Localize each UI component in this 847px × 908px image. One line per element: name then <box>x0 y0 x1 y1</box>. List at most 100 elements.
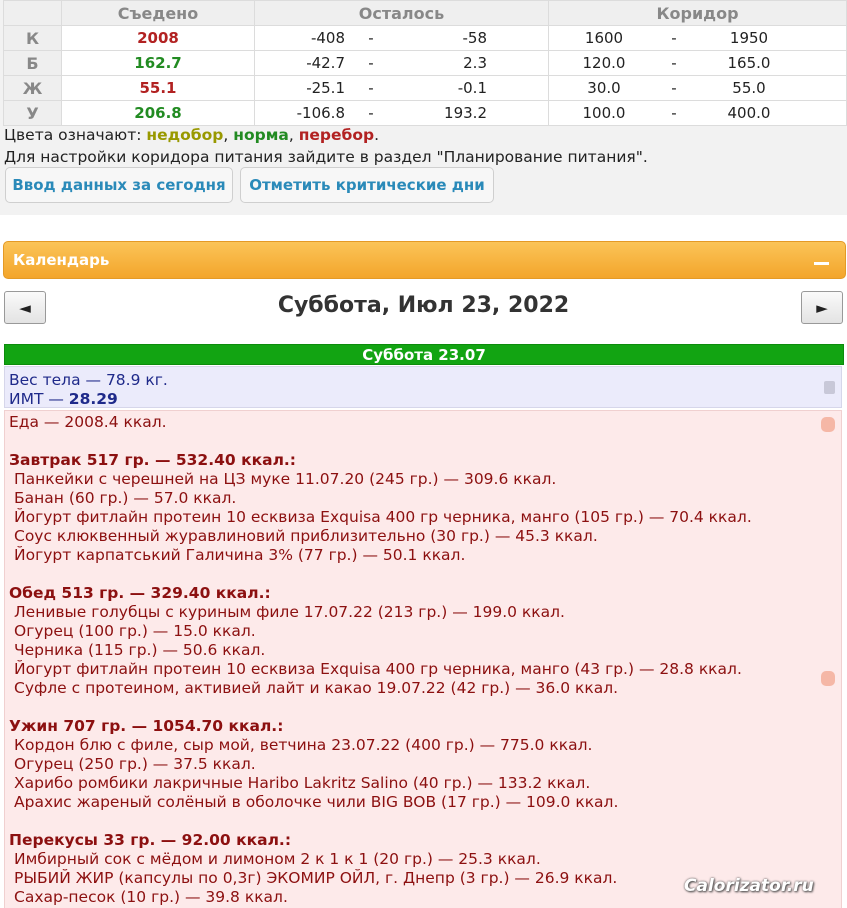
corridor-max: 1950 <box>729 29 769 47</box>
food-item: Йогурт карпатський Галичина 3% (77 гр.) … <box>14 546 466 564</box>
left-range: -42.7 - 2.3 <box>254 50 549 76</box>
meal-title-snacks: Перекусы 33 гр. — 92.00 ккал.: <box>9 831 292 849</box>
corridor-min: 30.0 <box>587 79 621 97</box>
critical-days-button[interactable]: Отметить критические дни <box>240 167 494 203</box>
corridor-dash: - <box>671 79 677 97</box>
eaten-value: 2008 <box>61 25 255 51</box>
food-item: Сахар-песок (10 гр.) — 39.8 ккал. <box>14 888 288 906</box>
food-item: Йогурт фитлайн протеин 10 есквиза Exquis… <box>14 508 752 526</box>
left-max: -0.1 <box>457 79 487 97</box>
left-dash: - <box>368 54 374 72</box>
left-min: -408 <box>310 29 345 47</box>
food-item: Харибо ромбики лакричные Haribo Lakritz … <box>14 774 591 792</box>
food-item: Йогурт фитлайн протеин 10 есквиза Exquis… <box>14 660 742 678</box>
corridor-min: 1600 <box>584 29 624 47</box>
collapse-icon[interactable] <box>814 262 829 265</box>
corridor-range: 30.0 - 55.0 <box>548 75 847 101</box>
food-item: Банан (60 гр.) — 57.0 ккал. <box>14 489 237 507</box>
left-range: -25.1 - -0.1 <box>254 75 549 101</box>
left-max: -58 <box>462 29 488 47</box>
food-item: Панкейки с черешней на ЦЗ муке 11.07.20 … <box>14 470 557 488</box>
legend-over: перебор <box>298 126 375 144</box>
food-item: Соус клюквенный журавлиновий приблизител… <box>14 527 598 545</box>
legend-under: недобор <box>146 126 224 144</box>
corridor-dash: - <box>671 29 677 47</box>
corridor-range: 120.0 - 165.0 <box>548 50 847 76</box>
legend-sep: , <box>223 126 234 144</box>
food-item: Имбирный сок с мёдом и лимоном 2 к 1 к 1… <box>14 850 541 868</box>
summary-header-row: Съедено Осталось Коридор <box>3 0 847 26</box>
left-min: -42.7 <box>306 54 345 72</box>
meal-title-breakfast: Завтрак 517 гр. — 532.40 ккал.: <box>9 451 297 469</box>
left-dash: - <box>368 79 374 97</box>
eaten-value: 55.1 <box>61 75 255 101</box>
left-max: 193.2 <box>444 104 487 122</box>
nutrient-label: У <box>3 100 62 126</box>
bmi: ИМТ — 28.29 <box>9 390 118 408</box>
legend-prefix: Цвета означают: <box>4 126 147 144</box>
nutrient-label: Б <box>3 50 62 76</box>
corridor-range: 100.0 - 400.0 <box>548 100 847 126</box>
bmi-value: 28.29 <box>68 390 118 408</box>
food-item: Арахис жареный солёный в оболочке чили B… <box>14 793 619 811</box>
calendar-title: Календарь <box>13 251 110 269</box>
legend-suffix: . <box>374 126 380 144</box>
corridor-max: 55.0 <box>732 79 766 97</box>
legend-norm: норма <box>233 126 289 144</box>
eaten-value: 206.8 <box>61 100 255 126</box>
food-item: Кордон блю с филе, сыр мой, ветчина 23.0… <box>14 736 593 754</box>
food-item: Суфле с протеином, активией лайт и какао… <box>14 679 619 697</box>
legend-sep: , <box>288 126 299 144</box>
left-range: -106.8 - 193.2 <box>254 100 549 126</box>
eaten-value: 162.7 <box>61 50 255 76</box>
date-title: Суббота, Июл 23, 2022 <box>277 293 570 318</box>
header-corridor: Коридор <box>548 0 847 26</box>
left-max: 2.3 <box>463 54 487 72</box>
corridor-dash: - <box>671 54 677 72</box>
summary-row-carbs: У 206.8 -106.8 - 193.2 100.0 - 400.0 <box>3 100 847 126</box>
food-item: Черника (115 гр.) — 50.6 ккал. <box>14 641 266 659</box>
corridor-max: 400.0 <box>727 104 771 122</box>
day-header: Суббота 23.07 <box>4 344 844 365</box>
food-item: Огурец (250 гр.) — 37.5 ккал. <box>14 755 256 773</box>
color-legend: Цвета означают: недобор, норма, перебор. <box>4 126 379 144</box>
summary-row-calories: К 2008 -408 - -58 1600 - 1950 <box>3 25 847 51</box>
food-item: Огурец (100 гр.) — 15.0 ккал. <box>14 622 256 640</box>
watermark-logo: Calorizator.ru <box>684 876 814 896</box>
food-total: Еда — 2008.4 ккал. <box>9 413 167 431</box>
enter-today-button[interactable]: Ввод данных за сегодня <box>5 167 233 203</box>
food-item: РЫБИЙ ЖИР (капсулы по 0,3г) ЭКОМИР ОЙЛ, … <box>14 869 618 887</box>
corridor-min: 120.0 <box>582 54 626 72</box>
hand-pointer-icon[interactable] <box>821 671 835 686</box>
hand-pointer-icon[interactable] <box>821 417 835 432</box>
left-min: -25.1 <box>306 79 345 97</box>
left-range: -408 - -58 <box>254 25 549 51</box>
left-min: -106.8 <box>296 104 345 122</box>
corridor-max: 165.0 <box>727 54 771 72</box>
food-block: Еда — 2008.4 ккал. Завтрак 517 гр. — 532… <box>4 410 842 908</box>
nutrition-summary-panel: Съедено Осталось Коридор К 2008 -408 - -… <box>0 0 847 215</box>
summary-row-fat: Ж 55.1 -25.1 - -0.1 30.0 - 55.0 <box>3 75 847 101</box>
header-eaten: Съедено <box>61 0 255 26</box>
scale-icon[interactable] <box>824 381 835 394</box>
corridor-min: 100.0 <box>582 104 626 122</box>
left-dash: - <box>368 29 374 47</box>
weight-block: Вес тела — 78.9 кг. ИМТ — 28.29 <box>4 366 842 408</box>
corridor-range: 1600 - 1950 <box>548 25 847 51</box>
header-corner <box>3 0 62 26</box>
meal-title-lunch: Обед 513 гр. — 329.40 ккал.: <box>9 584 271 602</box>
meal-title-dinner: Ужин 707 гр. — 1054.70 ккал.: <box>9 717 284 735</box>
summary-row-protein: Б 162.7 -42.7 - 2.3 120.0 - 165.0 <box>3 50 847 76</box>
nutrition-summary-table: Съедено Осталось Коридор К 2008 -408 - -… <box>3 0 847 126</box>
bmi-label: ИМТ — <box>9 390 69 408</box>
calendar-panel-header[interactable]: Календарь <box>3 241 846 279</box>
header-left: Осталось <box>254 0 549 26</box>
left-dash: - <box>368 104 374 122</box>
body-weight: Вес тела — 78.9 кг. <box>9 371 168 389</box>
corridor-hint: Для настройки коридора питания зайдите в… <box>4 148 648 166</box>
next-day-button[interactable]: ► <box>801 291 843 324</box>
corridor-dash: - <box>671 104 677 122</box>
nutrient-label: К <box>3 25 62 51</box>
nutrient-label: Ж <box>3 75 62 101</box>
food-item: Ленивые голубцы с куриным филе 17.07.22 … <box>14 603 565 621</box>
